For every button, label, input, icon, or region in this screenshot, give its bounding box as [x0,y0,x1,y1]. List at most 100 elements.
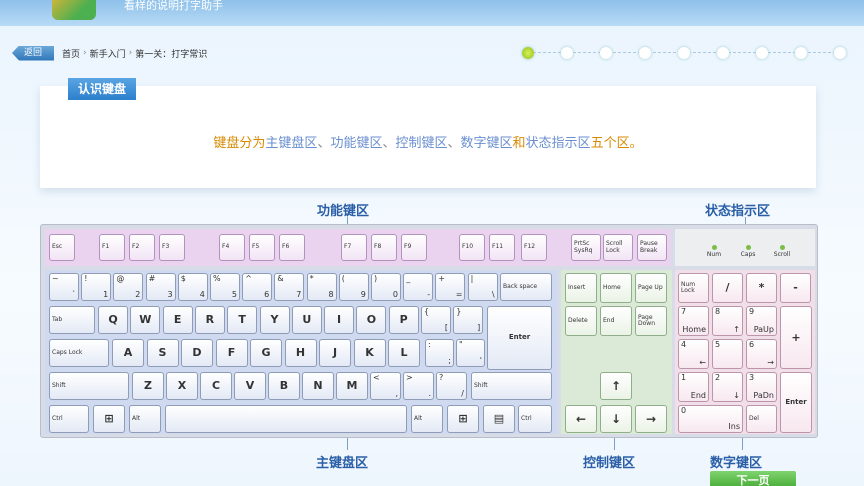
control-key-zone: Insert Home Page Up Delete End Page Down ↑ ← ↓ → [561,270,672,434]
numpad-key: 5 [712,339,743,369]
number-row-key: ) 0 [371,273,401,301]
letter-key: S [146,339,179,367]
key-shift-char: % [213,274,221,283]
control-key: Insert [565,273,597,303]
left-shift-key: Shift [49,372,129,400]
label-status-zone: 状态指示区 [705,204,771,219]
description-segment: 主键盘区 [265,136,318,151]
key-base-char: 4 [199,289,205,299]
letter-key: V [234,372,266,400]
function-key: F3 [159,234,185,261]
numpad-zero-key: 0 Ins [678,405,743,433]
letter-key: C [200,372,232,400]
key-base-char: Ins [728,421,740,431]
description-segment: 、 [382,136,396,151]
key-base-char: 1 [103,289,109,299]
key-base-char: ` [72,289,76,299]
letter-key: I [324,306,355,334]
key-shift-char: ) [374,274,378,283]
status-indicator: Scroll [767,245,797,258]
number-row-key: + = [435,273,466,301]
key-shift-char: " [459,340,463,349]
key-base-char: ; [448,355,451,365]
breadcrumb-current: 第一关：打字常识 [135,49,208,60]
breadcrumb-separator: › [83,48,87,58]
function-key: F10 [459,234,485,261]
letter-key: G [250,339,282,367]
key-base-char: 5 [231,289,237,299]
key-shift-char: 8 [715,307,721,316]
arrow-down-key: ↓ [600,405,632,433]
letter-key: R [194,306,225,334]
status-indicator: Caps [733,245,763,258]
number-row-key: (9 [338,273,369,301]
key-shift-char: _ [406,274,411,283]
progress-step-dot [561,47,573,59]
function-key: PrtSc SysRq [571,234,601,261]
letter-key: T [227,306,258,334]
key-base-char: 8 [328,289,334,299]
letter-key: U [291,306,322,334]
right-alt-key: Alt [411,405,443,433]
numpad-key: / [712,273,743,303]
description-segment: 控制键区 [395,136,448,151]
back-button[interactable]: 返回 [12,45,54,61]
key-shift-char: 4 [681,340,687,349]
progress-step-dot [522,47,534,59]
number-row-key: ^ 6 [242,273,273,301]
punctuation-key: ? / [436,372,467,400]
key-base-char: 6 [264,289,270,299]
keyboard-description: 键盘分为主键盘区、功能键区、控制键区、数字键区和状态指示区五个区。 [40,132,816,151]
description-segment: 、 [317,136,331,151]
key-shift-char: 6 [749,340,755,349]
left-alt-key: Alt [129,405,161,433]
progress-step-dot [795,47,807,59]
number-row-key: $4 [177,273,208,301]
numpad-zone: Num Lock / * -7 Home 8 ↑ 9 PaUp 4 ← 5 6 → 1 End 2 ↓ 3 PaDn +… [675,270,815,434]
tab-key: Tab [49,306,95,334]
menu-key-icon: ▤ [483,405,515,433]
description-segment: 状态指示区 [525,136,591,151]
description-segment: 数字键区 [460,136,513,151]
app-logo [52,0,96,20]
key-shift-char: $ [180,274,186,283]
progress-step-dot [678,47,690,59]
breadcrumb-section[interactable]: 新手入门 [90,47,126,60]
breadcrumb-home[interactable]: 首页 [62,47,80,60]
punctuation-key: " ' [456,339,485,367]
key-shift-char: & [277,274,284,283]
key-base-char: - [427,289,431,299]
intro-card: 键盘分为主键盘区、功能键区、控制键区、数字键区和状态指示区五个区。 [40,86,816,188]
key-base-char: 0 [392,289,398,299]
key-base-char: = [455,289,463,299]
function-key: F4 [219,234,245,261]
number-row-key: ! 1 [81,273,112,301]
progress-step-dot [717,47,729,59]
letter-key: K [353,339,386,367]
progress-step-dot [600,47,612,59]
numpad-del-key: Del [746,405,777,433]
left-ctrl-key: Ctrl [49,405,89,433]
indicator-label: Scroll [773,251,791,258]
label-tick [742,438,743,450]
control-key: Page Up [635,273,667,303]
indicator-light [779,245,785,250]
section-tag: 认识键盘 [68,78,137,100]
number-row-key: & 7 [274,273,305,301]
number-row-key: % 5 [210,273,240,301]
description-segment: 、 [447,136,461,151]
number-row-key: _ - [403,273,434,301]
letter-key: B [268,372,300,400]
function-key: F5 [249,234,275,261]
key-shift-char: 3 [749,373,755,382]
punctuation-key: >. [403,372,434,400]
key-shift-char: { [424,307,430,316]
function-key: F6 [279,234,305,261]
key-shift-char: 2 [715,373,721,382]
function-key: F12 [521,234,547,261]
key-shift-char: ! [84,274,88,283]
next-page-button[interactable]: 下一页 [710,471,796,486]
description-segment: 键盘分为 [213,136,266,151]
backspace-key: Back space [500,273,552,301]
numpad-key: * [746,273,777,303]
